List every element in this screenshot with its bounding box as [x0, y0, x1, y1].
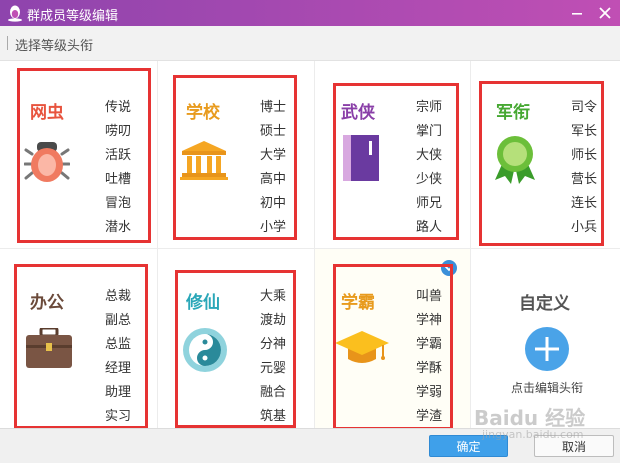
category-name: 武侠 — [341, 103, 375, 123]
watermark-url: jingyan.baidu.com — [482, 428, 584, 441]
category-card-xiuxian[interactable]: 修仙 大乘 渡劫 分神 元婴 融合 筑基 — [158, 249, 315, 428]
title-option[interactable]: 高中 — [260, 168, 300, 192]
category-card-bangong[interactable]: 办公 总裁 副总 总监 经理 助理 实习 — [0, 249, 158, 428]
title-option[interactable]: 潜水 — [105, 216, 145, 240]
title-option[interactable]: 路人 — [416, 216, 456, 240]
title-option[interactable]: 连长 — [571, 192, 611, 216]
title-option[interactable]: 分神 — [260, 333, 300, 357]
qq-penguin-icon — [8, 5, 22, 22]
bug-icon — [24, 142, 70, 182]
title-option[interactable]: 军长 — [571, 120, 611, 144]
title-option[interactable]: 学神 — [416, 309, 456, 333]
title-option[interactable]: 经理 — [105, 357, 145, 381]
title-list: 宗师 掌门 大侠 少侠 师兄 路人 — [416, 96, 456, 240]
watermark-logo: Baidu 经验 — [474, 406, 586, 430]
graduation-cap-icon — [335, 331, 389, 363]
title-list: 叫兽 学神 学霸 学酥 学弱 学渣 — [416, 285, 456, 429]
category-name: 办公 — [30, 293, 64, 313]
title-option[interactable]: 大学 — [260, 144, 300, 168]
title-option[interactable]: 师兄 — [416, 192, 456, 216]
minimize-icon — [572, 13, 582, 15]
title-option[interactable]: 大乘 — [260, 285, 300, 309]
martial-book-icon — [343, 135, 379, 181]
title-option[interactable]: 硕士 — [260, 120, 300, 144]
title-option[interactable]: 融合 — [260, 381, 300, 405]
title-list: 传说 唠叨 活跃 吐槽 冒泡 潜水 — [105, 96, 145, 240]
title-list: 总裁 副总 总监 经理 助理 实习 — [105, 285, 145, 429]
category-name: 修仙 — [186, 293, 220, 313]
title-list: 博士 硕士 大学 高中 初中 小学 — [260, 96, 300, 240]
close-button[interactable] — [592, 0, 618, 26]
title-option[interactable]: 总监 — [105, 333, 145, 357]
title-option[interactable]: 营长 — [571, 168, 611, 192]
title-option[interactable]: 元婴 — [260, 357, 300, 381]
custom-title-heading: 自定义 — [519, 294, 570, 314]
briefcase-icon — [26, 328, 72, 368]
title-option[interactable]: 师长 — [571, 144, 611, 168]
category-card-wuxia[interactable]: 武侠 宗师 掌门 大侠 少侠 师兄 路人 — [315, 61, 471, 249]
title-bar: 群成员等级编辑 — [0, 0, 620, 26]
title-option[interactable]: 传说 — [105, 96, 145, 120]
title-option[interactable]: 大侠 — [416, 144, 456, 168]
title-option[interactable]: 活跃 — [105, 144, 145, 168]
add-icon[interactable] — [525, 327, 569, 371]
category-card-xueba[interactable]: 学霸 叫兽 学神 学霸 学酥 学弱 学渣 — [315, 249, 471, 428]
title-list: 司令 军长 师长 营长 连长 小兵 — [571, 96, 611, 240]
title-option[interactable]: 学霸 — [416, 333, 456, 357]
title-option[interactable]: 助理 — [105, 381, 145, 405]
title-option[interactable]: 唠叨 — [105, 120, 145, 144]
category-name: 网虫 — [30, 103, 64, 123]
medal-icon — [495, 136, 535, 184]
title-option[interactable]: 学酥 — [416, 357, 456, 381]
title-option[interactable]: 渡劫 — [260, 309, 300, 333]
title-grid: 网虫 传说 唠叨 活跃 吐槽 冒泡 潜水 学校 博士 硕士 大学 高中 初中 小… — [0, 61, 620, 428]
title-option[interactable]: 少侠 — [416, 168, 456, 192]
divider — [7, 36, 8, 50]
category-card-wangchong[interactable]: 网虫 传说 唠叨 活跃 吐槽 冒泡 潜水 — [0, 61, 158, 249]
minimize-button[interactable] — [564, 0, 590, 26]
title-option[interactable]: 总裁 — [105, 285, 145, 309]
taiji-icon — [183, 328, 227, 372]
title-option[interactable]: 筑基 — [260, 405, 300, 429]
selected-check-icon — [441, 260, 457, 276]
subheader: 选择等级头衔 — [0, 26, 620, 61]
category-name: 军衔 — [496, 103, 530, 123]
category-name: 学校 — [186, 103, 220, 123]
school-building-icon — [180, 141, 228, 180]
title-option[interactable]: 学渣 — [416, 405, 456, 429]
title-option[interactable]: 学弱 — [416, 381, 456, 405]
title-option[interactable]: 吐槽 — [105, 168, 145, 192]
title-option[interactable]: 掌门 — [416, 120, 456, 144]
title-option[interactable]: 副总 — [105, 309, 145, 333]
title-option[interactable]: 冒泡 — [105, 192, 145, 216]
title-option[interactable]: 博士 — [260, 96, 300, 120]
title-list: 大乘 渡劫 分神 元婴 融合 筑基 — [260, 285, 300, 429]
close-icon — [599, 7, 611, 19]
category-card-xuexiao[interactable]: 学校 博士 硕士 大学 高中 初中 小学 — [158, 61, 315, 249]
title-option[interactable]: 实习 — [105, 405, 145, 429]
title-option[interactable]: 司令 — [571, 96, 611, 120]
title-option[interactable]: 小兵 — [571, 216, 611, 240]
title-option[interactable]: 叫兽 — [416, 285, 456, 309]
category-name: 学霸 — [341, 293, 375, 313]
window-title: 群成员等级编辑 — [27, 9, 119, 24]
subheader-label: 选择等级头衔 — [15, 39, 94, 54]
title-option[interactable]: 小学 — [260, 216, 300, 240]
title-option[interactable]: 初中 — [260, 192, 300, 216]
category-card-junxian[interactable]: 军衔 司令 军长 师长 营长 连长 小兵 — [471, 61, 620, 249]
title-option[interactable]: 宗师 — [416, 96, 456, 120]
custom-title-caption: 点击编辑头衔 — [511, 381, 584, 395]
